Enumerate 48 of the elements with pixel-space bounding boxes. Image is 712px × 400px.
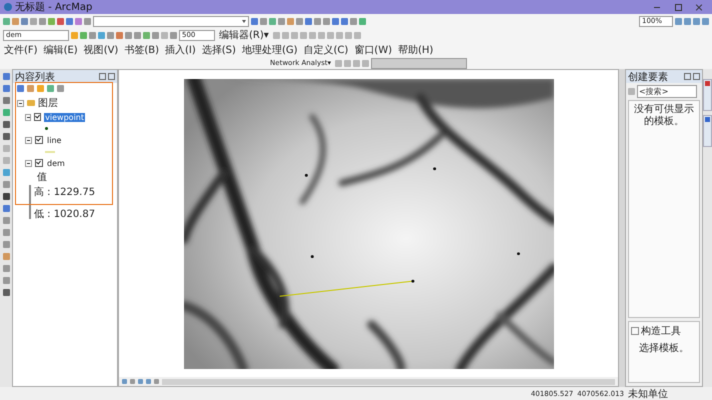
menu-item[interactable]: 编辑(E): [44, 42, 78, 56]
panel-title: 内容列表: [15, 70, 55, 84]
caret-icon: [242, 20, 246, 22]
point-marker: [516, 252, 520, 255]
menu-item[interactable]: 自定义(C): [304, 42, 348, 56]
catalog-tab[interactable]: [703, 115, 712, 147]
menu-item[interactable]: 选择(S): [202, 42, 236, 56]
group-label[interactable]: 图层: [38, 96, 58, 110]
folder-icon: [27, 100, 35, 106]
expand-toggle[interactable]: [25, 160, 32, 166]
dropdown-field[interactable]: [93, 16, 249, 26]
section-title: 构造工具: [641, 324, 681, 338]
expand-toggle[interactable]: [25, 136, 32, 144]
layer-name[interactable]: line: [46, 136, 62, 144]
layer-name[interactable]: viewpoint: [44, 112, 85, 122]
menu-item[interactable]: 插入(I): [165, 42, 196, 56]
search-field[interactable]: <搜索>: [637, 85, 697, 98]
legend-label: 低 : 1020.87: [34, 208, 96, 221]
hint-text: 选择模板。: [639, 342, 689, 355]
menu-item[interactable]: 视图(V): [84, 42, 118, 56]
legend-label: 高 : 1229.75: [34, 186, 96, 199]
expand-toggle[interactable]: [17, 100, 24, 106]
panel-title: 创建要素: [628, 70, 668, 84]
point-marker: [410, 279, 414, 282]
checkbox[interactable]: [34, 113, 42, 121]
editor-menu[interactable]: 编辑器(R)▾: [217, 28, 271, 42]
scroll-bar[interactable]: [619, 69, 625, 387]
window-title: 无标题 - ArcMap: [15, 0, 92, 14]
toolbox-tab[interactable]: [703, 79, 712, 111]
menu-item[interactable]: 书签(B): [124, 42, 160, 56]
legend-title: 值: [36, 171, 48, 184]
menu-item[interactable]: 帮助(H): [398, 42, 434, 56]
expand-toggle[interactable]: [25, 114, 32, 120]
point-marker: [432, 166, 436, 170]
checkbox[interactable]: [35, 159, 43, 167]
point-marker: [304, 173, 308, 176]
checkbox[interactable]: [35, 136, 43, 144]
map-units: 未知单位: [628, 388, 668, 400]
empty-message: 没有可供显示的模板。: [633, 104, 695, 128]
point-symbol: [45, 127, 48, 130]
dropdown-field[interactable]: [371, 58, 467, 68]
menu-item[interactable]: 地理处理(G): [242, 42, 298, 56]
point-marker: [310, 254, 314, 258]
menu-item[interactable]: 窗口(W): [354, 42, 392, 56]
layer-name[interactable]: dem: [46, 158, 66, 168]
scroll-bar[interactable]: [162, 378, 615, 384]
menu-item[interactable]: 文件(F): [4, 42, 38, 56]
globe-icon: [4, 3, 12, 11]
